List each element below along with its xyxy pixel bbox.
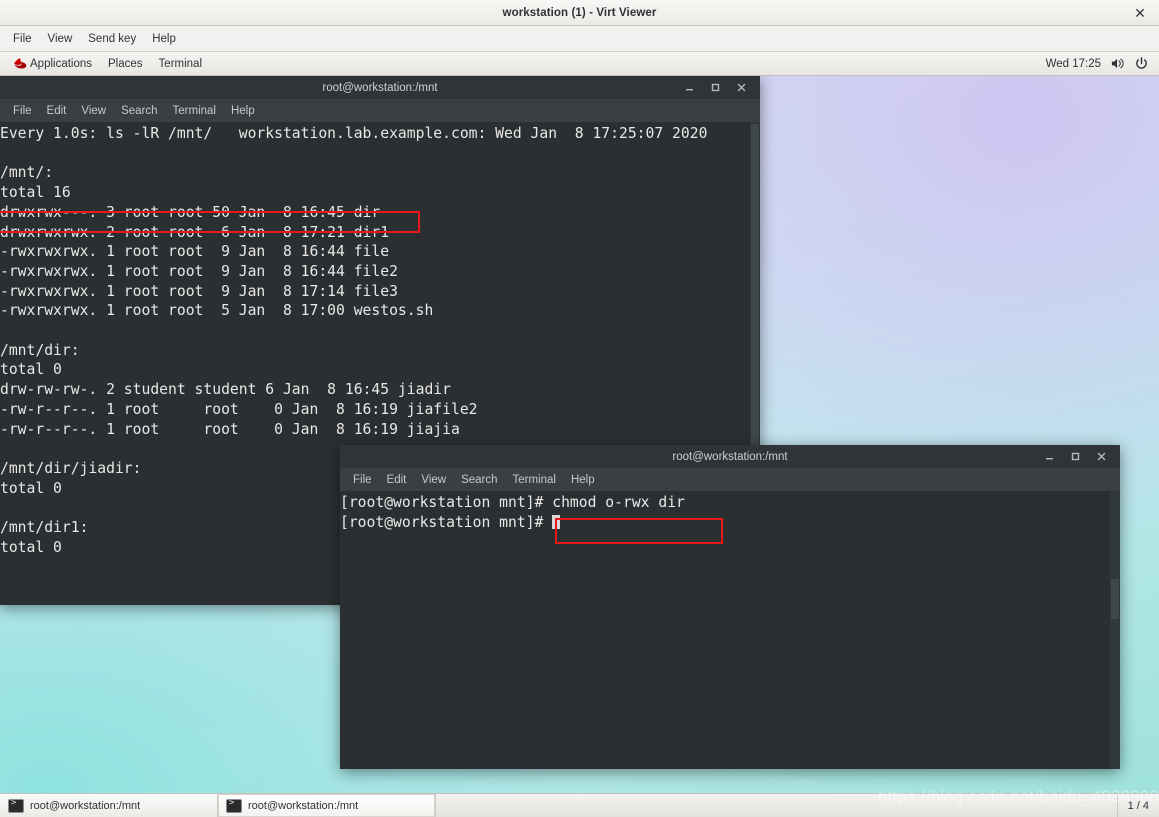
terminal1-titlebar[interactable]: root@workstation:/mnt bbox=[0, 76, 760, 99]
minimize-button[interactable] bbox=[1042, 450, 1056, 464]
terminal2-scrollbar[interactable] bbox=[1110, 491, 1120, 769]
terminal2-menu-edit[interactable]: Edit bbox=[380, 472, 414, 488]
close-button[interactable] bbox=[734, 81, 748, 95]
terminal1-menu-edit[interactable]: Edit bbox=[40, 103, 74, 119]
panel-left-group: Applications Places Terminal bbox=[0, 56, 210, 72]
terminal2-prompt-2: [root@workstation mnt]# bbox=[340, 513, 553, 531]
virt-viewer-titlebar: workstation (1) - Virt Viewer ✕ bbox=[0, 0, 1159, 26]
terminal2-menu-file[interactable]: File bbox=[346, 472, 379, 488]
terminal-icon bbox=[8, 798, 24, 813]
terminal1-menu-help[interactable]: Help bbox=[224, 103, 262, 119]
terminal2-cursor bbox=[552, 514, 561, 529]
maximize-button[interactable] bbox=[1068, 450, 1082, 464]
terminal1-menu-terminal[interactable]: Terminal bbox=[166, 103, 223, 119]
volume-icon[interactable] bbox=[1110, 56, 1125, 71]
virt-viewer-window: workstation (1) - Virt Viewer ✕ File Vie… bbox=[0, 0, 1159, 817]
virt-viewer-menubar: File View Send key Help bbox=[0, 26, 1159, 52]
terminal1-window-controls bbox=[682, 76, 754, 99]
terminal-icon bbox=[226, 798, 242, 813]
terminal2-menu-terminal[interactable]: Terminal bbox=[506, 472, 563, 488]
taskbar-button-2-label: root@workstation:/mnt bbox=[248, 799, 359, 812]
terminal1-title: root@workstation:/mnt bbox=[322, 81, 438, 94]
panel-right-group: Wed 17:25 bbox=[1046, 56, 1159, 71]
taskbar-button-1-label: root@workstation:/mnt bbox=[30, 799, 141, 812]
taskbar-button-terminal-2[interactable]: root@workstation:/mnt bbox=[218, 794, 436, 817]
minimize-button[interactable] bbox=[682, 81, 696, 95]
terminal2-window-controls bbox=[1042, 445, 1114, 468]
terminal2-menu-help[interactable]: Help bbox=[564, 472, 602, 488]
terminal2-menu-view[interactable]: View bbox=[414, 472, 453, 488]
gnome-top-panel: Applications Places Terminal Wed 17:25 bbox=[0, 52, 1159, 76]
close-button[interactable] bbox=[1094, 450, 1108, 464]
terminal1-menu-view[interactable]: View bbox=[74, 103, 113, 119]
terminal2-output: [root@workstation mnt]# chmod o-rwx dir … bbox=[340, 491, 1120, 532]
terminal2-body[interactable]: [root@workstation mnt]# chmod o-rwx dir … bbox=[340, 491, 1120, 769]
watermark: https://blog.csdn.net/baidu_40389082 bbox=[878, 787, 1159, 806]
applications-menu[interactable]: Applications bbox=[6, 56, 100, 72]
terminal-window-2[interactable]: root@workstation:/mnt File Edit View Sea… bbox=[340, 445, 1120, 769]
terminal2-menu-search[interactable]: Search bbox=[454, 472, 504, 488]
clock[interactable]: Wed 17:25 bbox=[1046, 58, 1101, 70]
maximize-button[interactable] bbox=[708, 81, 722, 95]
menu-item-file[interactable]: File bbox=[6, 30, 39, 48]
taskbar-button-terminal-1[interactable]: root@workstation:/mnt bbox=[0, 794, 218, 817]
terminal2-menubar: File Edit View Search Terminal Help bbox=[340, 468, 1120, 491]
power-icon[interactable] bbox=[1134, 56, 1149, 71]
close-icon[interactable]: ✕ bbox=[1131, 4, 1149, 22]
red-hat-logo-icon bbox=[14, 57, 27, 69]
terminal2-prompt-1: [root@workstation mnt]# bbox=[340, 494, 553, 511]
menu-item-view[interactable]: View bbox=[41, 30, 80, 48]
guest-screen: Applications Places Terminal Wed 17:25 r… bbox=[0, 52, 1159, 817]
places-menu[interactable]: Places bbox=[100, 56, 151, 72]
terminal-menu[interactable]: Terminal bbox=[151, 56, 210, 72]
menu-item-send-key[interactable]: Send key bbox=[81, 30, 143, 48]
applications-menu-label: Applications bbox=[30, 57, 93, 70]
terminal1-menubar: File Edit View Search Terminal Help bbox=[0, 99, 760, 122]
terminal1-menu-search[interactable]: Search bbox=[114, 103, 164, 119]
terminal1-menu-file[interactable]: File bbox=[6, 103, 39, 119]
terminal2-title: root@workstation:/mnt bbox=[672, 450, 788, 463]
terminal2-command-1: chmod o-rwx dir bbox=[552, 494, 685, 511]
virt-viewer-title: workstation (1) - Virt Viewer bbox=[502, 6, 657, 19]
terminal2-titlebar[interactable]: root@workstation:/mnt bbox=[340, 445, 1120, 468]
menu-item-help[interactable]: Help bbox=[145, 30, 183, 48]
